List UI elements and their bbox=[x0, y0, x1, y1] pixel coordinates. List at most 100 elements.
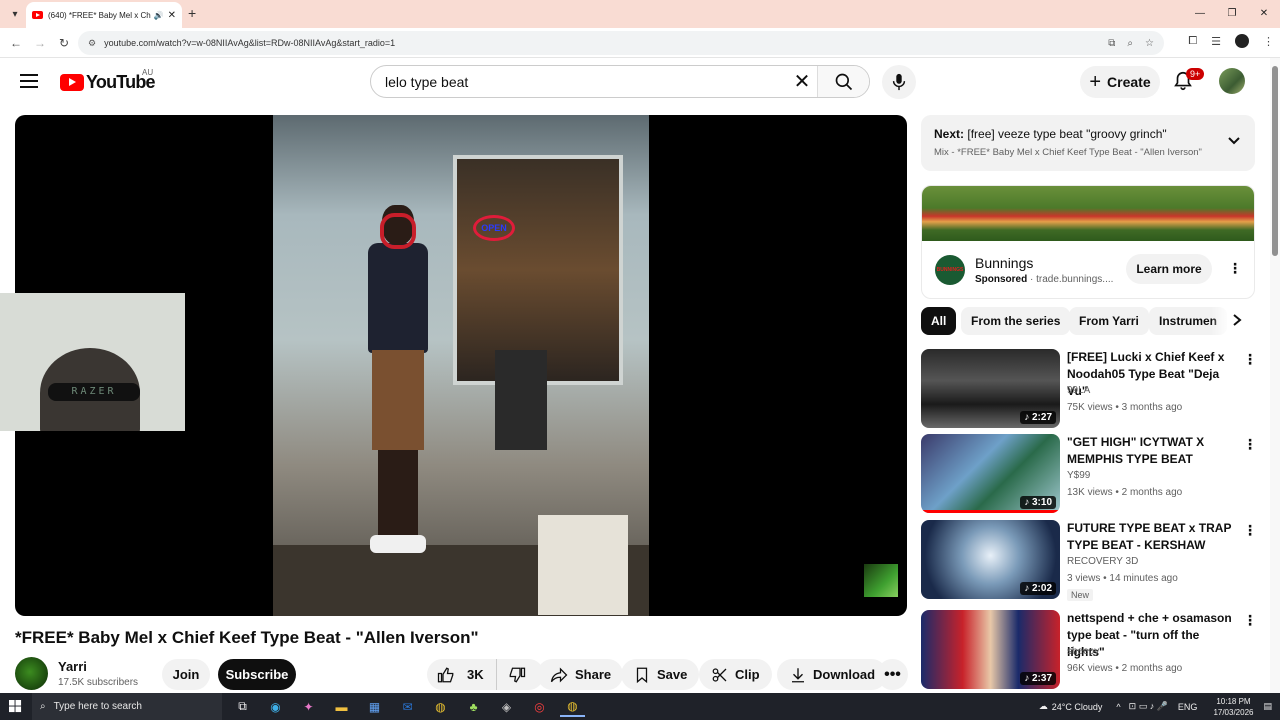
weather-text[interactable]: 24°C Cloudy bbox=[1052, 702, 1103, 712]
clip-button[interactable]: Clip bbox=[699, 659, 772, 690]
reading-list-icon[interactable]: ☰ bbox=[1211, 35, 1221, 48]
back-icon[interactable]: ← bbox=[4, 36, 28, 50]
reload-icon[interactable]: ↻ bbox=[52, 36, 76, 50]
page-scrollbar[interactable] bbox=[1270, 58, 1280, 693]
ad-options-icon[interactable]: ⋮ bbox=[1228, 260, 1242, 277]
close-window-icon[interactable]: ✕ bbox=[1248, 0, 1280, 28]
chip-all[interactable]: All bbox=[921, 307, 957, 335]
channel-avatar[interactable] bbox=[15, 657, 48, 690]
sponsored-ad-card[interactable]: BUNNINGS Bunnings Sponsored · trade.bunn… bbox=[921, 185, 1255, 299]
new-badge: New bbox=[1067, 589, 1094, 601]
recommended-video[interactable]: ♪ 2:27 [FREE] Lucki x Chief Keef x Nooda… bbox=[921, 349, 1261, 429]
save-label: Save bbox=[657, 667, 688, 682]
rec-options-icon[interactable]: ⋮ bbox=[1243, 522, 1257, 539]
youtube-logo[interactable]: YouTube AU bbox=[60, 68, 156, 93]
address-bar[interactable]: ⚙ youtube.com/watch?v=w-08NIIAvAg&list=R… bbox=[78, 31, 1164, 55]
duration-badge: ♪ 2:37 bbox=[1020, 672, 1056, 685]
rec-title[interactable]: [FREE] Lucki x Chief Keef x Noodah05 Typ… bbox=[1067, 349, 1237, 400]
menu-icon[interactable] bbox=[20, 74, 38, 88]
browser-profile-avatar[interactable] bbox=[1235, 34, 1249, 48]
browser-tab-active[interactable]: (640) *FREE* Baby Mel x Ch 🔊 ✕ bbox=[26, 2, 182, 28]
rec-options-icon[interactable]: ⋮ bbox=[1243, 436, 1257, 453]
site-info-icon[interactable]: ⚙ bbox=[88, 38, 96, 49]
rec-channel[interactable]: sheepy bbox=[1067, 646, 1099, 657]
video-thumbnail[interactable]: ♪ 2:27 bbox=[921, 349, 1060, 428]
voice-search-button[interactable] bbox=[882, 65, 916, 99]
chip-from-yarri[interactable]: From Yarri bbox=[1069, 307, 1149, 335]
recommended-video[interactable]: ♪ 2:02 FUTURE TYPE BEAT x TRAP TYPE BEAT… bbox=[921, 520, 1261, 601]
minimize-icon[interactable]: — bbox=[1184, 0, 1216, 28]
file-explorer-icon[interactable]: ▬ bbox=[329, 696, 354, 717]
download-button[interactable]: Download bbox=[777, 659, 888, 690]
outlook-icon[interactable]: ✉ bbox=[395, 696, 420, 717]
tray-icons[interactable]: ⊡ ▭ ♪ 🎤 bbox=[1129, 701, 1168, 712]
rec-title[interactable]: "GET HIGH" ICYTWAT X MEMPHIS TYPE BEAT bbox=[1067, 434, 1237, 468]
more-actions-button[interactable]: ••• bbox=[877, 659, 908, 690]
recommended-video[interactable]: ♪ 2:37 nettspend + che + osamason type b… bbox=[921, 610, 1261, 690]
rec-title[interactable]: FUTURE TYPE BEAT x TRAP TYPE BEAT - KERS… bbox=[1067, 520, 1237, 554]
notifications-icon[interactable]: ▤ bbox=[1263, 701, 1272, 712]
extensions-icon[interactable]: ⧠ bbox=[1188, 35, 1197, 48]
video-thumbnail[interactable]: ♪ 2:02 bbox=[921, 520, 1060, 599]
rec-channel[interactable]: 99LA bbox=[1067, 385, 1090, 396]
chrome-icon[interactable]: ◍ bbox=[428, 696, 453, 717]
video-thumbnail[interactable]: ♪ 3:10 bbox=[921, 434, 1060, 513]
new-tab-icon[interactable]: + bbox=[188, 5, 196, 21]
rec-meta: 13K views • 2 months ago bbox=[1067, 487, 1183, 498]
share-button[interactable]: Share bbox=[537, 659, 624, 690]
bookmark-star-icon[interactable]: ☆ bbox=[1145, 38, 1154, 49]
learn-more-button[interactable]: Learn more bbox=[1126, 254, 1212, 284]
taskbar-search-box[interactable]: ⌕ Type here to search bbox=[32, 693, 222, 720]
search-button[interactable] bbox=[817, 66, 869, 97]
channel-name[interactable]: Yarri bbox=[58, 659, 87, 674]
video-thumbnail[interactable]: ♪ 2:37 bbox=[921, 610, 1060, 689]
account-avatar[interactable] bbox=[1219, 68, 1245, 94]
youtube-favicon-icon bbox=[32, 11, 43, 19]
rec-options-icon[interactable]: ⋮ bbox=[1243, 612, 1257, 629]
ad-banner-image[interactable] bbox=[922, 186, 1254, 241]
forward-icon[interactable]: → bbox=[28, 36, 52, 50]
like-button[interactable]: 3K bbox=[427, 659, 497, 690]
chevron-down-icon[interactable] bbox=[1227, 134, 1241, 148]
chip-from-the-series[interactable]: From the series bbox=[961, 307, 1071, 335]
browser-menu-icon[interactable]: ⋮ bbox=[1263, 35, 1274, 48]
task-view-icon[interactable]: ⧉ bbox=[230, 696, 255, 717]
copilot-icon[interactable]: ✦ bbox=[296, 696, 321, 717]
search-box: ✕ bbox=[370, 65, 870, 98]
app-icon[interactable]: ♣ bbox=[461, 696, 486, 717]
recommended-video[interactable]: ♪ 3:10 "GET HIGH" ICYTWAT X MEMPHIS TYPE… bbox=[921, 434, 1261, 514]
duration-badge: ♪ 2:27 bbox=[1020, 411, 1056, 424]
join-button[interactable]: Join bbox=[162, 659, 210, 690]
channel-watermark-thumbnail[interactable] bbox=[864, 564, 898, 597]
app-icon-2[interactable]: ◈ bbox=[494, 696, 519, 717]
save-button[interactable]: Save bbox=[621, 659, 700, 690]
rec-channel[interactable]: RECOVERY 3D bbox=[1067, 556, 1138, 567]
rec-options-icon[interactable]: ⋮ bbox=[1243, 351, 1257, 368]
weather-icon[interactable]: ☁ bbox=[1039, 701, 1048, 712]
app-icon-3[interactable]: ◎ bbox=[527, 696, 552, 717]
rec-channel[interactable]: Y$99 bbox=[1067, 470, 1090, 481]
zoom-icon[interactable]: ⌕ bbox=[1127, 38, 1133, 49]
clear-search-icon[interactable]: ✕ bbox=[787, 69, 817, 94]
scrollbar-thumb[interactable] bbox=[1272, 66, 1278, 256]
tab-close-icon[interactable]: ✕ bbox=[168, 10, 176, 21]
microphone-icon bbox=[892, 73, 906, 91]
install-app-icon[interactable]: ⧉ bbox=[1108, 38, 1115, 49]
clock[interactable]: 10:18 PM 17/03/2026 bbox=[1213, 696, 1253, 718]
time: 10:18 PM bbox=[1216, 696, 1251, 706]
filter-chips: All From the series From Yarri Instrumen bbox=[921, 307, 1255, 335]
chevron-right-icon[interactable] bbox=[1231, 313, 1243, 327]
chrome-active-icon[interactable]: ◍ bbox=[560, 696, 585, 717]
next-up-card[interactable]: Next: [free] veeze type beat "groovy gri… bbox=[921, 115, 1255, 171]
subscribe-button[interactable]: Subscribe bbox=[218, 659, 296, 690]
edge-icon[interactable]: ◉ bbox=[263, 696, 288, 717]
search-input[interactable] bbox=[371, 73, 787, 90]
create-button[interactable]: + Create bbox=[1080, 66, 1160, 98]
restore-icon[interactable]: ❐ bbox=[1216, 0, 1248, 28]
watch-progress-bar bbox=[921, 510, 1060, 513]
tray-chevron-icon[interactable]: ^ bbox=[1116, 702, 1120, 712]
language-indicator[interactable]: ENG bbox=[1178, 702, 1198, 712]
windows-start-icon[interactable] bbox=[0, 693, 30, 720]
store-icon[interactable]: ▦ bbox=[362, 696, 387, 717]
tab-search-dropdown-icon[interactable]: ▾ bbox=[4, 3, 26, 25]
